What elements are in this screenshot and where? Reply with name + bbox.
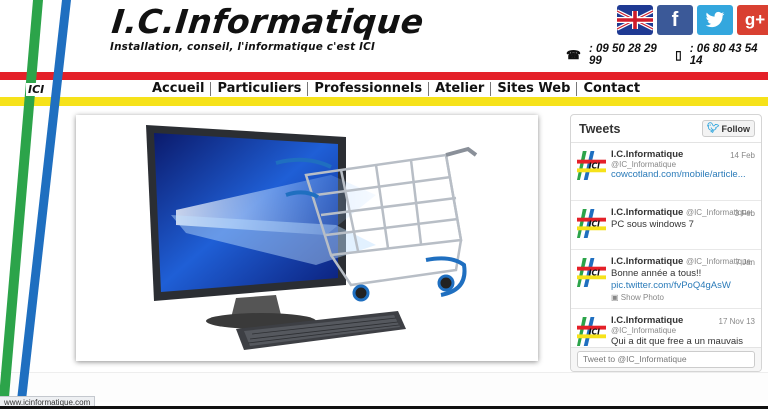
- yellow-band: [0, 97, 768, 106]
- svg-text:ICI: ICI: [589, 161, 601, 170]
- site-title[interactable]: I.C.Informatique: [110, 2, 426, 41]
- uk-flag-icon[interactable]: [617, 5, 653, 35]
- footer-area: [0, 372, 768, 402]
- red-band: [0, 72, 768, 80]
- mobile-phone-icon: ▯: [675, 48, 682, 62]
- tweet-author[interactable]: I.C.Informatique @IC_Informatique: [611, 256, 755, 267]
- computer-shopping-cart-illustration: [146, 125, 478, 350]
- ici-badge: ICI: [26, 83, 47, 96]
- hero-image: [76, 115, 538, 361]
- tweet-item[interactable]: ICI I.C.Informatique @IC_Informatique 3 …: [571, 201, 761, 250]
- ic-logo-avatar-icon: ICI: [577, 209, 606, 238]
- tweet-text: PC sous windows 7: [611, 219, 694, 230]
- facebook-icon[interactable]: f: [657, 5, 693, 35]
- tweet-compose: Tweet to @IC_Informatique: [571, 347, 761, 371]
- tweet-date[interactable]: 7 Jan: [735, 258, 755, 267]
- twitter-icon[interactable]: [697, 5, 733, 35]
- ic-logo-avatar-icon: ICI: [577, 151, 606, 180]
- main-nav: Accueil Particuliers Professionnels Atel…: [146, 81, 646, 96]
- nav-professionnels[interactable]: Professionnels: [308, 81, 428, 96]
- tweet-author[interactable]: I.C.Informatique @IC_Informatique: [611, 207, 755, 218]
- twitter-widget-header: Tweets 🐦︎ Follow: [571, 115, 761, 143]
- tweet-item[interactable]: ICI I.C.Informatique @IC_Informatique 7 …: [571, 250, 761, 309]
- svg-text:ICI: ICI: [589, 219, 601, 228]
- tweet-link[interactable]: cowcotland.com/mobile/article...: [611, 169, 755, 180]
- nav-sites-web[interactable]: Sites Web: [491, 81, 576, 96]
- photo-icon: ▣: [611, 293, 621, 302]
- telephone-icon: ☎: [566, 48, 581, 62]
- tweet-link[interactable]: pic.twitter.com/fvPoQ4gAsW: [611, 280, 755, 291]
- follow-label: Follow: [721, 123, 751, 134]
- ic-logo-avatar-icon: ICI: [577, 258, 606, 287]
- phone-landline: : 09 50 28 29 99: [588, 43, 657, 67]
- tweet-compose-input[interactable]: Tweet to @IC_Informatique: [577, 351, 755, 368]
- tweet-item[interactable]: ICI I.C.Informatique @IC_Informatique 14…: [571, 143, 761, 201]
- nav-atelier[interactable]: Atelier: [429, 81, 490, 96]
- tweet-handle[interactable]: @IC_Informatique: [611, 160, 755, 169]
- tweet-date[interactable]: 3 Feb: [735, 209, 755, 218]
- tweet-date[interactable]: 14 Feb: [730, 151, 755, 160]
- google-plus-icon[interactable]: g+: [737, 5, 768, 35]
- tweet-handle[interactable]: @IC_Informatique: [611, 326, 755, 335]
- social-links: f g+: [617, 5, 768, 35]
- nav-particuliers[interactable]: Particuliers: [211, 81, 307, 96]
- site-tagline: Installation, conseil, l'informatique c'…: [110, 41, 376, 53]
- tweet-text: Bonne année a tous!!: [611, 268, 702, 279]
- ic-logo-avatar-icon: ICI: [577, 317, 606, 346]
- twitter-bird-icon: 🐦︎: [706, 123, 720, 134]
- tweet-date[interactable]: 17 Nov 13: [719, 317, 755, 326]
- twitter-widget: Tweets 🐦︎ Follow ICI I.C.Informatique @I…: [570, 114, 762, 372]
- show-photo-link[interactable]: ▣ Show Photo: [611, 293, 755, 302]
- svg-text:ICI: ICI: [589, 268, 601, 277]
- svg-text:ICI: ICI: [589, 327, 601, 336]
- phone-numbers: ☎ : 09 50 28 29 99 ▯ : 06 80 43 54 14: [566, 43, 768, 67]
- nav-accueil[interactable]: Accueil: [146, 81, 210, 96]
- follow-button[interactable]: 🐦︎ Follow: [701, 120, 755, 137]
- nav-contact[interactable]: Contact: [577, 81, 646, 96]
- phone-mobile: : 06 80 43 54 14: [689, 43, 758, 67]
- twitter-widget-title: Tweets: [579, 121, 621, 136]
